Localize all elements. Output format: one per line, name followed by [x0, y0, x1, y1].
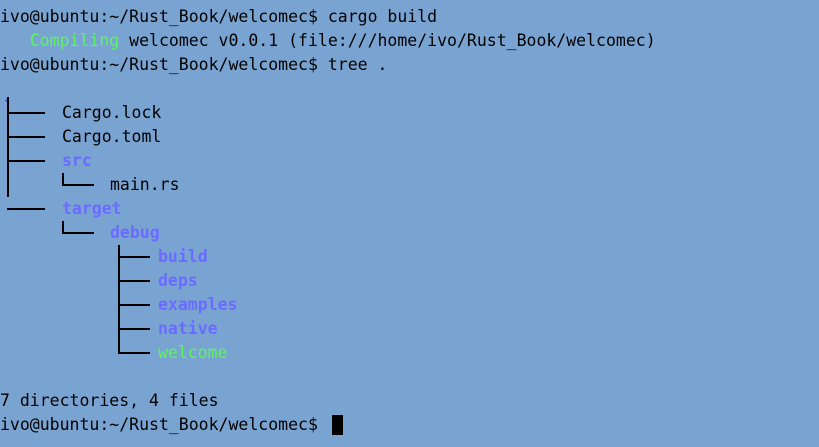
tree-branch	[118, 280, 150, 282]
tree-branch	[62, 184, 94, 186]
tree-dir-examples: examples	[158, 295, 238, 314]
shell-prompt: ivo@ubuntu:~/Rust_Book/welcomec$	[0, 7, 318, 26]
command-line-build: ivo@ubuntu:~/Rust_Book/welcomec$ cargo b…	[0, 5, 819, 29]
terminal-window[interactable]: ivo@ubuntu:~/Rust_Book/welcomec$ cargo b…	[0, 0, 819, 447]
shell-prompt: ivo@ubuntu:~/Rust_Book/welcomec$	[0, 415, 318, 434]
tree-branch	[7, 208, 45, 210]
tree-branch	[7, 136, 45, 138]
compile-output-line: Compiling welcomec v0.0.1 (file:///home/…	[0, 29, 819, 53]
tree-dir-native: native	[158, 319, 218, 338]
command-text: tree .	[327, 55, 388, 74]
tree-branch	[62, 232, 94, 234]
summary-text: 7 directories, 4 files	[0, 391, 219, 410]
tree-file-cargo-toml: Cargo.toml	[62, 127, 162, 146]
tree-branch	[7, 160, 45, 162]
tree-branch	[7, 112, 45, 114]
command-line-current[interactable]: ivo@ubuntu:~/Rust_Book/welcomec$	[0, 413, 819, 437]
tree-dir-deps: deps	[158, 271, 198, 290]
command-line-tree: ivo@ubuntu:~/Rust_Book/welcomec$ tree .	[0, 53, 819, 77]
tree-dir-debug: debug	[110, 223, 160, 242]
tree-file-main-rs: main.rs	[110, 175, 180, 194]
text-cursor[interactable]	[331, 415, 343, 435]
shell-prompt: ivo@ubuntu:~/Rust_Book/welcomec$	[0, 55, 318, 74]
compiling-status: Compiling	[29, 31, 120, 50]
tree-branch	[118, 256, 150, 258]
tree-dir-build: build	[158, 247, 208, 266]
command-text: cargo build	[327, 7, 438, 26]
tree-summary: 7 directories, 4 files	[0, 389, 819, 413]
tree-file-cargo-lock: Cargo.lock	[62, 103, 162, 122]
tree-dir-src: src	[62, 151, 92, 170]
tree-trunk-debug	[118, 245, 120, 354]
tree-file-welcome: welcome	[158, 343, 228, 362]
tree-dir-target: target	[62, 199, 122, 218]
tree-branch	[118, 328, 150, 330]
compile-detail: welcomec v0.0.1 (file:///home/ivo/Rust_B…	[119, 31, 656, 50]
tree-branch	[118, 304, 150, 306]
tree-output: . Cargo.lock Cargo.toml src main.rs targ…	[0, 87, 819, 365]
tree-branch	[118, 352, 150, 354]
